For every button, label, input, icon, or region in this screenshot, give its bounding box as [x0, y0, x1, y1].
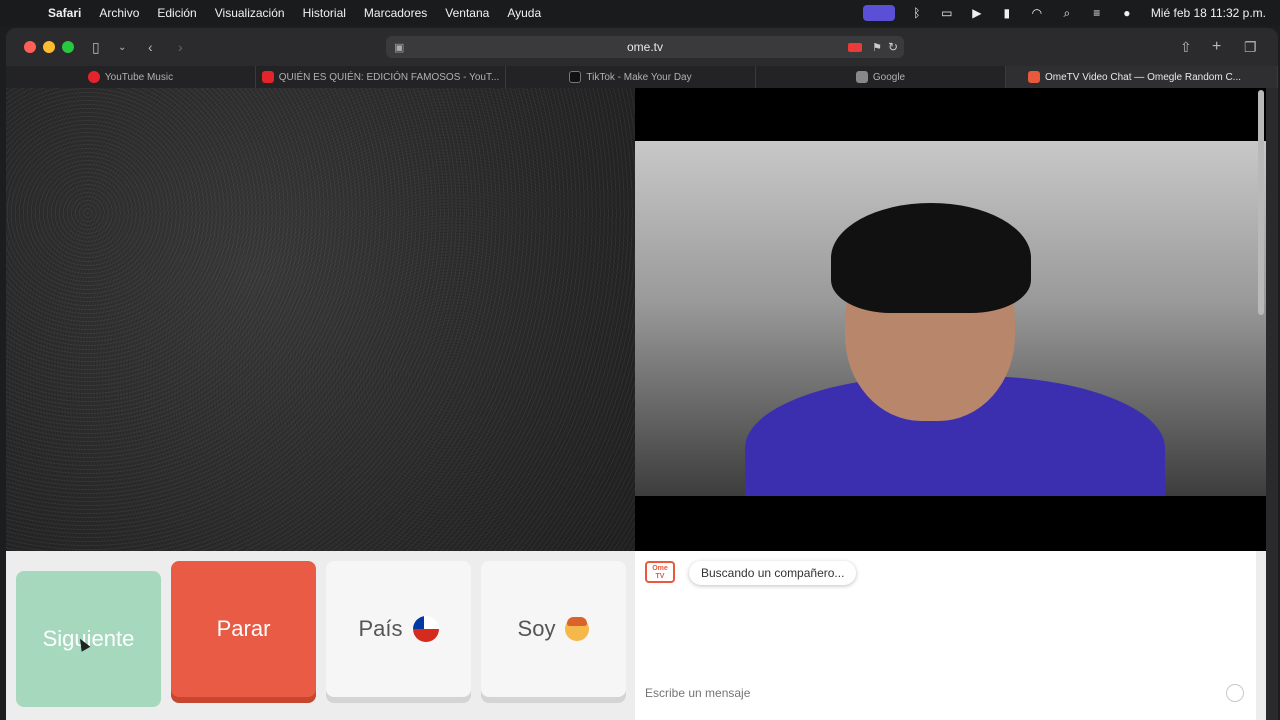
youtube-music-icon: [87, 71, 100, 83]
stop-button-label: Parar: [216, 616, 271, 641]
back-arrow-icon[interactable]: ‹: [148, 38, 153, 56]
menu-app-name[interactable]: Safari: [48, 6, 81, 20]
tab-title: OmeTV Video Chat — Omegle Random C...: [1045, 71, 1242, 83]
menu-visualizacion[interactable]: Visualización: [215, 6, 285, 20]
tab-overview-icon[interactable]: ❐: [1244, 38, 1257, 56]
tab-google[interactable]: Google: [756, 66, 1006, 88]
address-bar[interactable]: ▣ ome.tv ⚑ ↻: [386, 36, 904, 58]
country-button[interactable]: País: [326, 561, 471, 697]
menu-clock[interactable]: Mié feb 18 11:32 p.m.: [1151, 6, 1266, 20]
menu-ayuda[interactable]: Ayuda: [507, 6, 541, 20]
chat-panel: Ome TV Buscando un compañero...: [635, 551, 1256, 720]
tab-youtube-music[interactable]: YouTube Music: [6, 66, 256, 88]
search-icon[interactable]: ⌕: [1059, 6, 1075, 20]
ometv-logo-icon: Ome TV: [645, 561, 675, 583]
tab-title: TikTok - Make Your Day: [586, 71, 692, 83]
browser-toolbar: ▯ ⌄ ‹ › ▣ ome.tv ⚑ ↻ ⇧ + ❐: [6, 28, 1278, 66]
gender-button-label: Soy: [517, 616, 556, 641]
status-message: Buscando un compañero...: [689, 561, 857, 585]
stop-button[interactable]: Parar: [171, 561, 316, 697]
boy-emoji-icon: [565, 617, 590, 641]
url-text: ome.tv: [626, 40, 663, 54]
forward-arrow-icon[interactable]: ›: [178, 38, 183, 56]
message-input[interactable]: [635, 681, 1256, 705]
chevron-down-icon[interactable]: ⌄: [118, 38, 126, 56]
stranger-video-static: [6, 88, 635, 551]
menu-archivo[interactable]: Archivo: [99, 6, 139, 20]
sidebar-toggle-icon[interactable]: ▯: [92, 38, 100, 56]
car-icon[interactable]: ▭: [939, 6, 955, 20]
tab-title: YouTube Music: [104, 71, 174, 83]
next-button-label: Siguiente: [42, 626, 135, 651]
ometv-icon: [1028, 71, 1040, 83]
tab-bar: YouTube Music QUIÉN ES QUIÉN: EDICIÓN FA…: [6, 66, 1278, 88]
screen-mirroring-icon[interactable]: [862, 5, 895, 21]
play-icon[interactable]: ▶: [969, 6, 985, 20]
tiktok-icon: [569, 71, 582, 83]
tab-youtube[interactable]: QUIÉN ES QUIÉN: EDICIÓN FAMOSOS - YouT..…: [256, 66, 506, 88]
gender-button[interactable]: Soy: [481, 561, 626, 697]
menu-historial[interactable]: Historial: [303, 6, 346, 20]
tab-tiktok[interactable]: TikTok - Make Your Day: [506, 66, 756, 88]
person-hair: [831, 203, 1031, 313]
country-button-label: País: [358, 616, 403, 641]
safari-window: ▯ ⌄ ‹ › ▣ ome.tv ⚑ ↻ ⇧ + ❐ YouTube Music…: [6, 28, 1278, 720]
window-controls: [24, 41, 74, 53]
macos-menu-bar: Safari Archivo Edición Visualización His…: [0, 0, 1280, 26]
self-video: [635, 88, 1266, 551]
chile-flag-icon: [412, 616, 439, 642]
tab-title: QUIÉN ES QUIÉN: EDICIÓN FAMOSOS - YouT..…: [278, 71, 500, 83]
fullscreen-window-button[interactable]: [62, 41, 74, 53]
google-icon: [855, 71, 868, 83]
tab-ometv[interactable]: OmeTV Video Chat — Omegle Random C...: [1006, 66, 1278, 88]
camera-in-use-icon[interactable]: [848, 42, 862, 52]
status-area: ᛒ ▭ ▶ ▮ ◠ ⌕ ≡ ● Mié feb 18 11:32 p.m.: [862, 0, 1266, 26]
reload-icon[interactable]: ↻: [888, 40, 898, 54]
close-window-button[interactable]: [24, 41, 36, 53]
siri-icon[interactable]: ●: [1119, 6, 1135, 20]
webcam-frame: [635, 141, 1266, 496]
new-tab-icon[interactable]: +: [1212, 38, 1221, 56]
menu-edicion[interactable]: Edición: [157, 6, 196, 20]
ometv-page: Siguiente Parar País Soy Ome TV Buscando…: [6, 88, 1266, 720]
share-icon[interactable]: ⇧: [1180, 38, 1192, 56]
menu-ventana[interactable]: Ventana: [445, 6, 489, 20]
bluetooth-icon[interactable]: ᛒ: [909, 6, 925, 20]
next-button[interactable]: Siguiente: [16, 571, 161, 707]
page-scrollbar[interactable]: [1258, 90, 1264, 315]
minimize-window-button[interactable]: [43, 41, 55, 53]
translate-icon[interactable]: ⚑: [872, 41, 882, 54]
youtube-icon: [261, 71, 274, 83]
tab-title: Google: [872, 71, 906, 83]
site-settings-icon[interactable]: ▣: [394, 41, 404, 54]
control-center-icon[interactable]: ≡: [1089, 6, 1105, 20]
battery-icon[interactable]: ▮: [999, 6, 1015, 20]
wifi-icon[interactable]: ◠: [1029, 6, 1045, 20]
menu-marcadores[interactable]: Marcadores: [364, 6, 427, 20]
smiley-icon[interactable]: [1226, 684, 1244, 702]
